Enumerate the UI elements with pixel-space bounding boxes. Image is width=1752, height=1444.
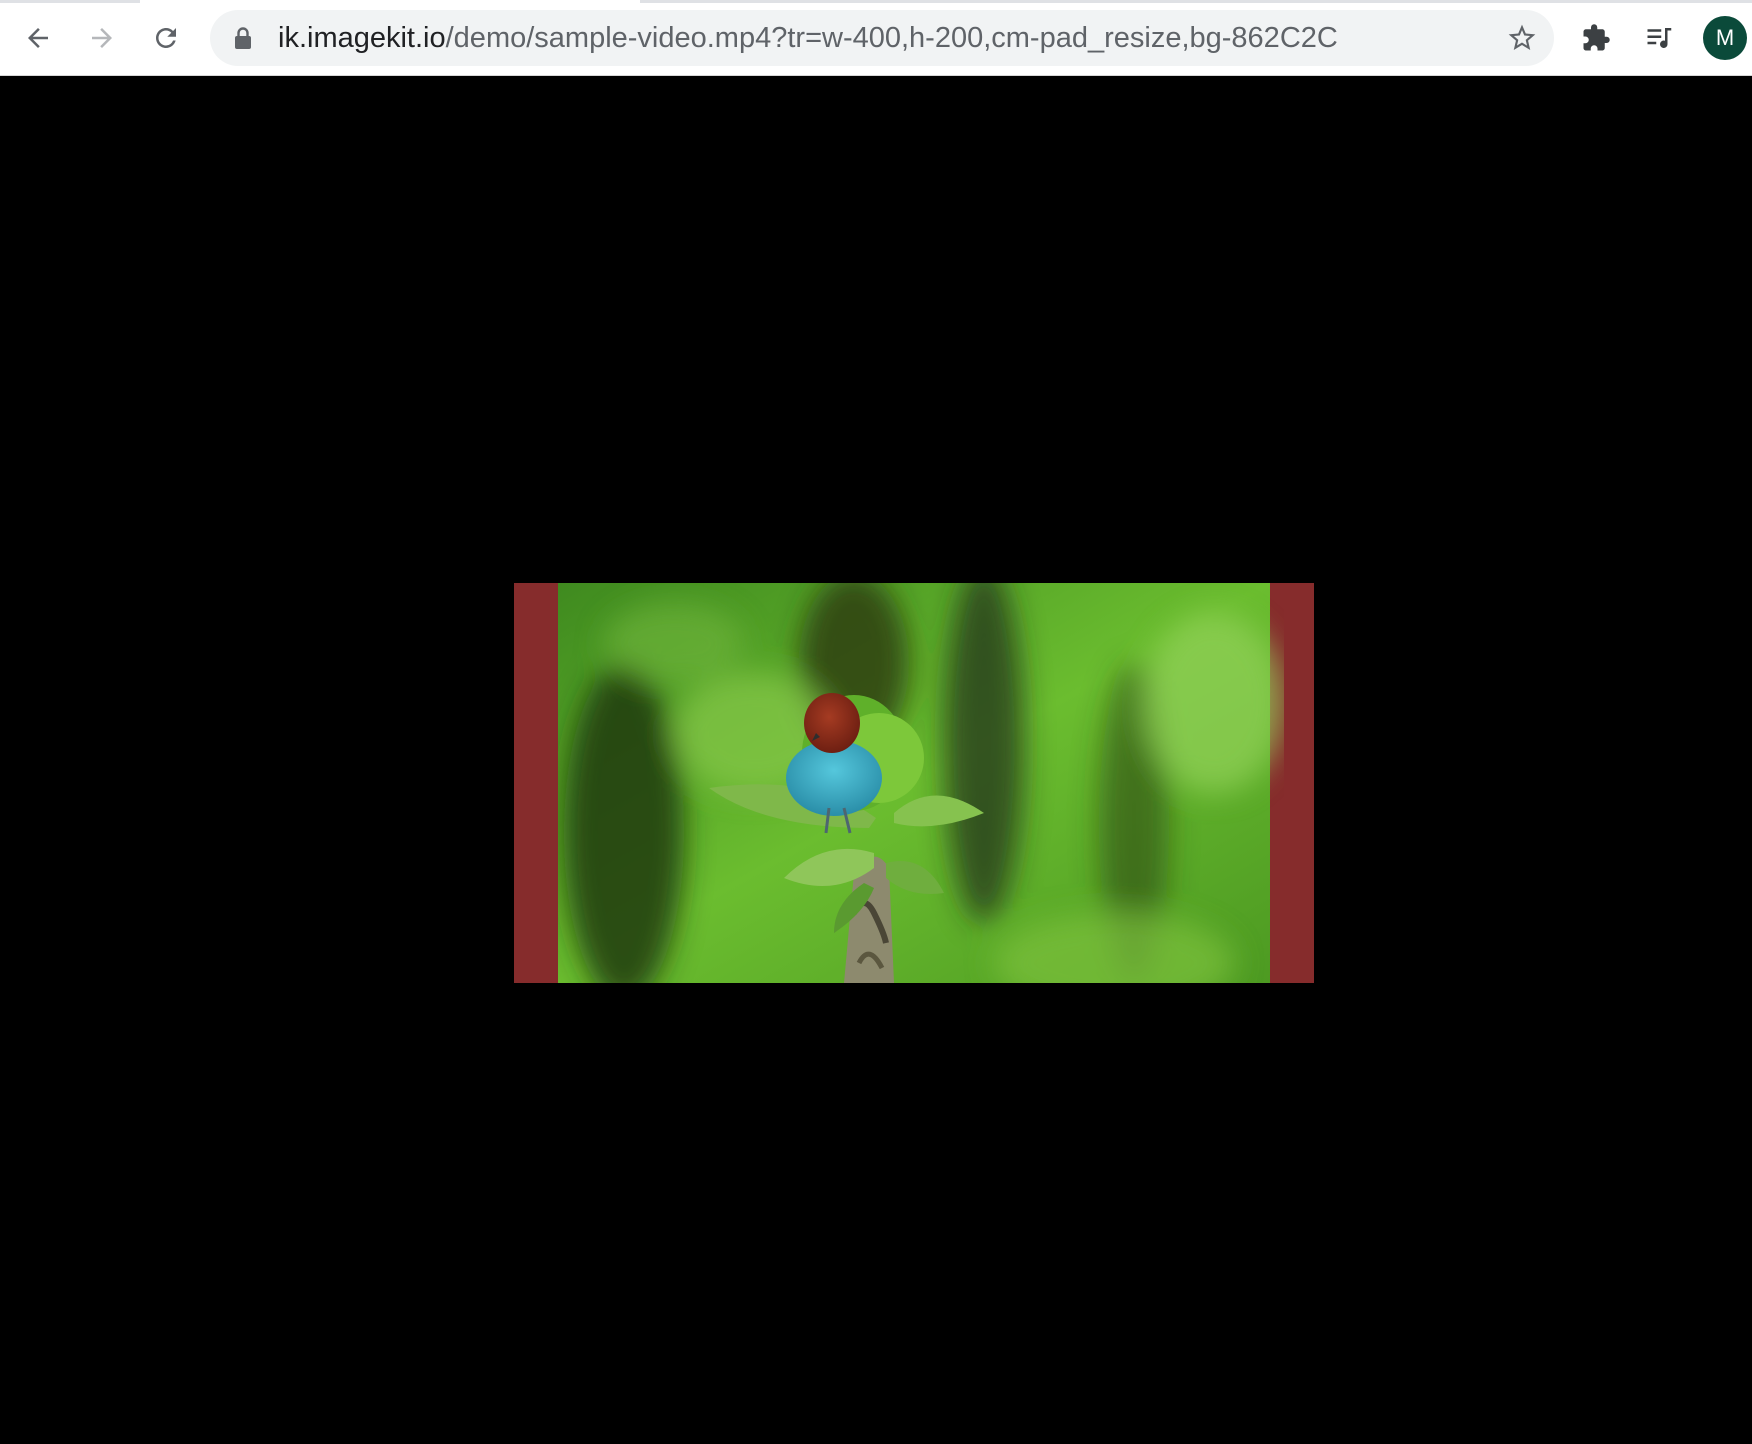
tab-strip-edge — [640, 0, 1752, 3]
star-icon[interactable] — [1506, 22, 1538, 54]
arrow-left-icon — [28, 28, 48, 48]
pad-right — [1270, 583, 1314, 983]
video-player[interactable] — [514, 583, 1314, 983]
reload-button[interactable] — [142, 14, 190, 62]
pad-left — [514, 583, 558, 983]
video-frame-image — [514, 583, 1314, 983]
reload-icon — [156, 28, 176, 48]
address-bar[interactable]: ik.imagekit.io/demo/sample-video.mp4?tr=… — [210, 10, 1554, 66]
media-control-button[interactable] — [1636, 14, 1684, 62]
forward-button[interactable] — [78, 14, 126, 62]
back-button[interactable] — [14, 14, 62, 62]
url-host: ik.imagekit.io — [278, 22, 446, 54]
extensions-button[interactable] — [1572, 14, 1620, 62]
tab-strip-edge — [0, 0, 140, 3]
lock-icon[interactable] — [232, 26, 254, 50]
arrow-right-icon — [92, 28, 112, 48]
media-queue-icon — [1647, 28, 1672, 48]
profile-avatar[interactable]: M — [1703, 16, 1747, 60]
page-viewport — [0, 76, 1752, 1444]
url-text[interactable]: ik.imagekit.io/demo/sample-video.mp4?tr=… — [278, 10, 1338, 66]
url-path: /demo/sample-video.mp4?tr=w-400,h-200,cm… — [445, 22, 1338, 54]
browser-toolbar: ik.imagekit.io/demo/sample-video.mp4?tr=… — [0, 0, 1752, 76]
puzzle-icon — [1583, 24, 1610, 51]
